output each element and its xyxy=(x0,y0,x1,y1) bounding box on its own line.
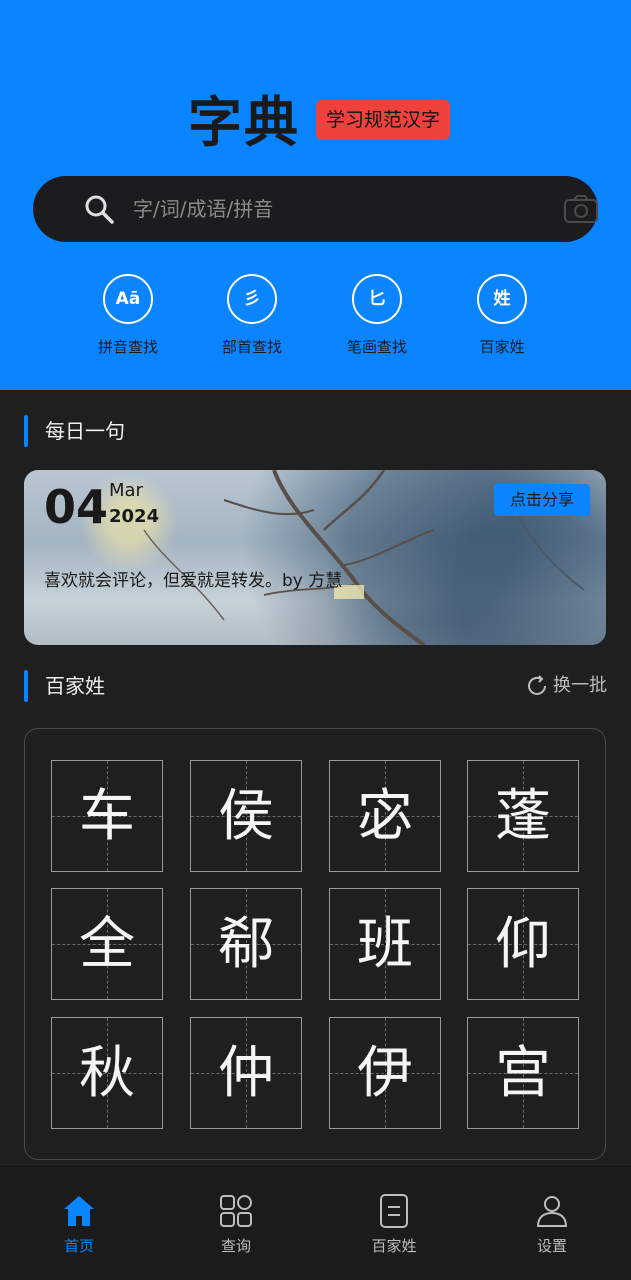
surname-cell[interactable]: 宓 xyxy=(329,760,441,872)
grid-icon xyxy=(220,1195,252,1227)
surname-cell[interactable]: 郗 xyxy=(190,888,302,1000)
refresh-icon xyxy=(528,675,546,695)
quick-label: 拼音查找 xyxy=(97,338,158,356)
stroke-icon: 匕 xyxy=(352,274,402,324)
home-icon xyxy=(64,1196,94,1226)
day-year: 2024 xyxy=(109,506,160,527)
surname-char: 班 xyxy=(357,912,413,977)
surname-char: 仲 xyxy=(218,1041,274,1106)
daily-quote-text: 喜欢就会评论，但爱就是转发。by 方慧 xyxy=(44,571,343,591)
surname-char: 全 xyxy=(79,912,135,977)
quick-item-surname[interactable]: 姓 百家姓 xyxy=(442,274,562,364)
surname-section-header: 百家姓 换一批 xyxy=(24,670,607,702)
quick-item-stroke[interactable]: 匕 笔画查找 xyxy=(317,274,437,364)
surname-char: 郗 xyxy=(218,912,274,977)
quick-label: 笔画查找 xyxy=(346,338,407,356)
surname-cell[interactable]: 仲 xyxy=(190,1017,302,1129)
quick-search-row: Aā 拼音查找 彡 部首查找 匕 笔画查找 姓 百家姓 xyxy=(0,274,631,364)
quick-label: 部首查找 xyxy=(221,338,282,356)
header: 字典 学习规范汉字 Aā 拼音查找 彡 部首查找 匕 笔画查找 姓 百家姓 xyxy=(0,0,631,390)
surname-cell[interactable]: 秋 xyxy=(51,1017,163,1129)
surname-cell[interactable]: 车 xyxy=(51,760,163,872)
app-tag-badge: 学习规范汉字 xyxy=(316,100,451,140)
surname-cell[interactable]: 伊 xyxy=(329,1017,441,1129)
nav-label: 首页 xyxy=(63,1237,94,1255)
nav-item-home[interactable]: 首页 xyxy=(19,1193,139,1263)
nav-item-settings[interactable]: 设置 xyxy=(492,1193,612,1263)
surname-grid: 车 侯 宓 蓬 全 郗 班 仰 秋 仲 伊 宫 xyxy=(24,728,606,1160)
surname-cell[interactable]: 蓬 xyxy=(467,760,579,872)
section-title: 每日一句 xyxy=(45,419,125,443)
surname-char: 伊 xyxy=(357,1041,413,1106)
surname-char: 秋 xyxy=(79,1041,135,1106)
refresh-label: 换一批 xyxy=(553,675,607,696)
share-button[interactable]: 点击分享 xyxy=(493,484,590,516)
book-icon xyxy=(380,1194,408,1228)
day-month: Mar xyxy=(109,480,143,501)
surname-cell[interactable]: 宫 xyxy=(467,1017,579,1129)
bottom-nav: 首页 查询 百家姓 设置 xyxy=(0,1164,631,1280)
quick-label: 百家姓 xyxy=(479,338,525,356)
section-accent-bar xyxy=(24,670,28,702)
surname-char: 仰 xyxy=(495,912,551,977)
daily-section-header: 每日一句 xyxy=(24,415,607,447)
surname-cell[interactable]: 班 xyxy=(329,888,441,1000)
search-bar[interactable] xyxy=(33,176,598,242)
surname-char: 宓 xyxy=(357,784,413,849)
surname-char: 车 xyxy=(79,784,135,849)
surname-char: 蓬 xyxy=(495,784,551,849)
daily-quote-card[interactable]: 04 Mar 2024 点击分享 喜欢就会评论，但爱就是转发。by 方慧 xyxy=(24,470,606,645)
section-accent-bar xyxy=(24,415,28,447)
surname-cell[interactable]: 侯 xyxy=(190,760,302,872)
day-number: 04 xyxy=(44,480,109,534)
surname-char: 宫 xyxy=(495,1041,551,1106)
surname-char: 侯 xyxy=(218,784,274,849)
user-icon xyxy=(536,1196,568,1227)
search-icon xyxy=(85,195,114,224)
app-title: 字典 xyxy=(188,91,300,154)
surname-icon: 姓 xyxy=(477,274,527,324)
surname-cell[interactable]: 仰 xyxy=(467,888,579,1000)
search-input[interactable] xyxy=(133,190,513,228)
title-row: 字典 学习规范汉字 xyxy=(0,88,631,158)
nav-item-query[interactable]: 查询 xyxy=(176,1193,296,1263)
nav-item-surnames[interactable]: 百家姓 xyxy=(334,1193,454,1263)
quick-item-pinyin[interactable]: Aā 拼音查找 xyxy=(68,274,188,364)
nav-label: 百家姓 xyxy=(371,1237,417,1255)
refresh-button[interactable]: 换一批 xyxy=(525,670,607,702)
section-title: 百家姓 xyxy=(45,674,105,698)
pinyin-icon: Aā xyxy=(103,274,153,324)
surname-cell[interactable]: 全 xyxy=(51,888,163,1000)
quick-item-radical[interactable]: 彡 部首查找 xyxy=(192,274,312,364)
nav-label: 设置 xyxy=(536,1237,567,1255)
radical-icon: 彡 xyxy=(227,274,277,324)
nav-label: 查询 xyxy=(220,1237,251,1255)
camera-icon[interactable] xyxy=(563,194,599,224)
